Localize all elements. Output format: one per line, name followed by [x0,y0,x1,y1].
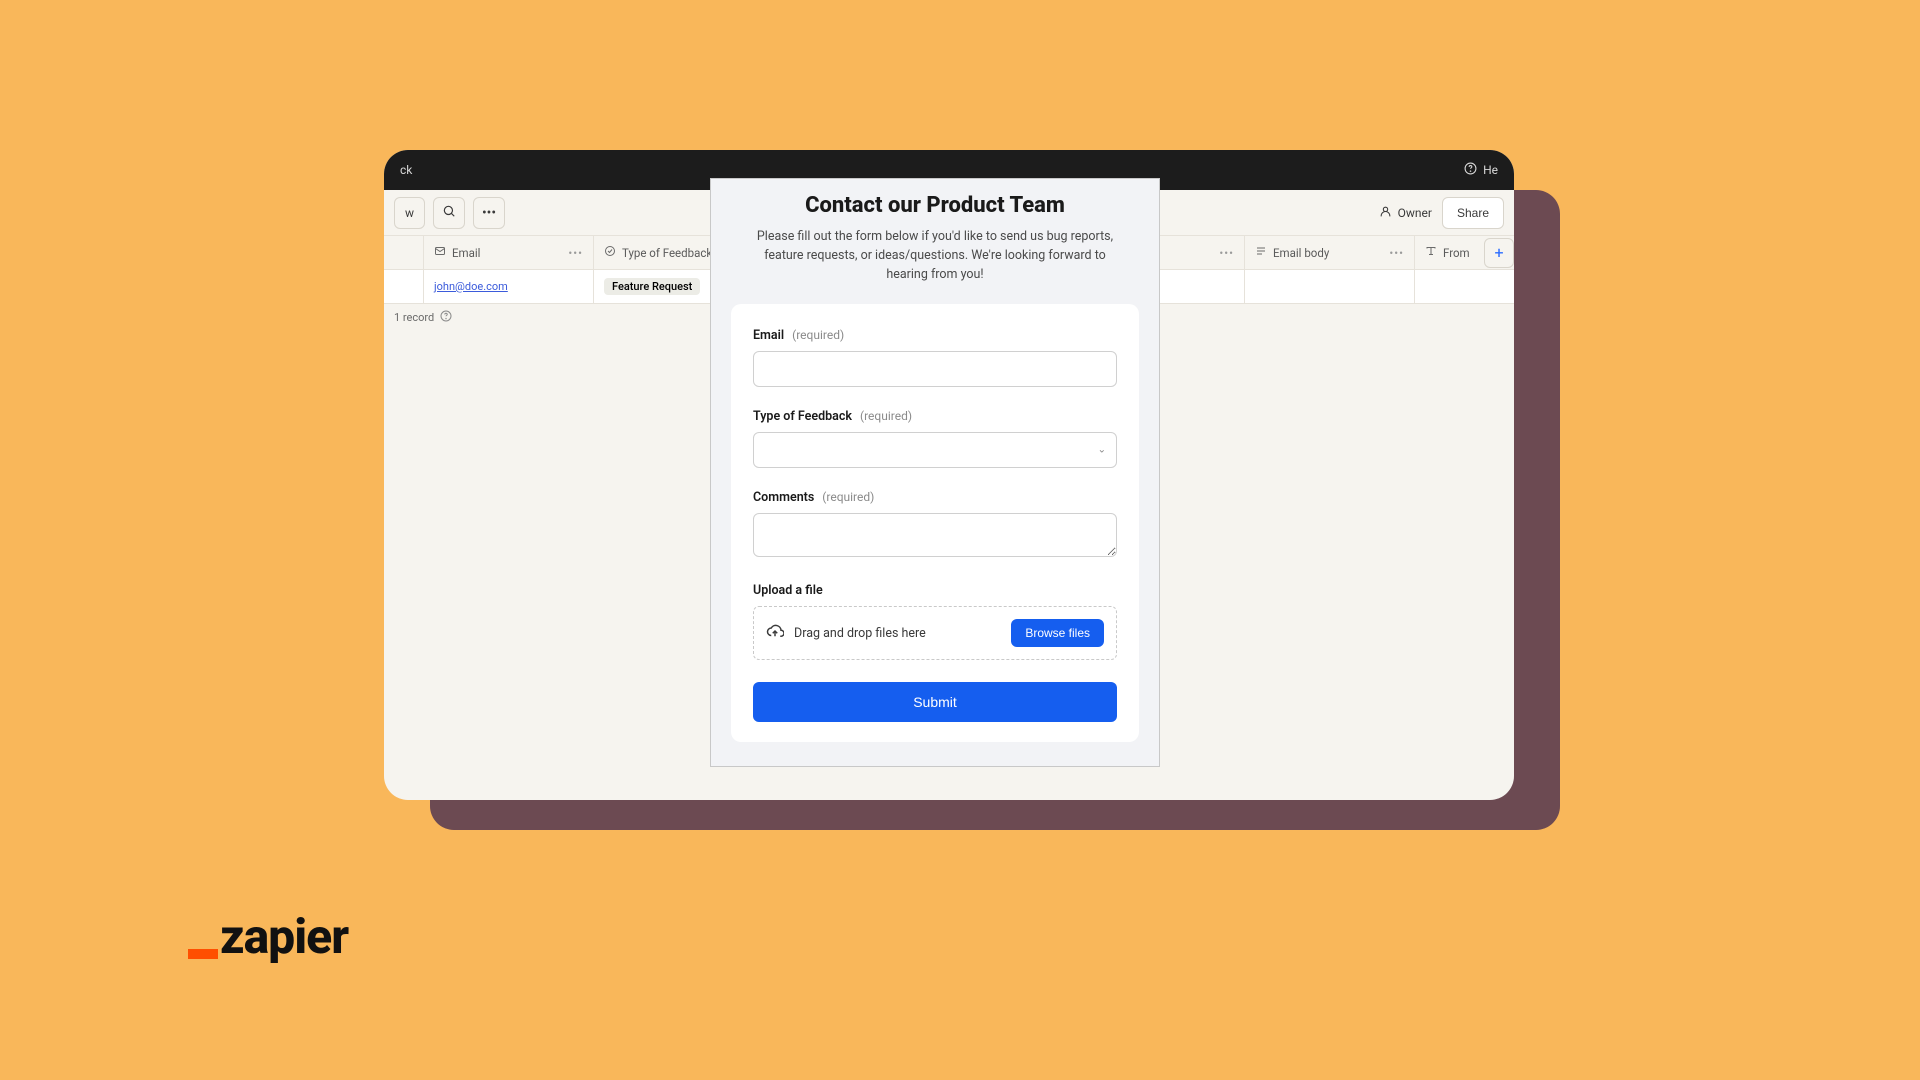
column-menu-icon[interactable]: ••• [1389,246,1404,260]
cloud-upload-icon [766,622,784,644]
drop-text: Drag and drop files here [794,626,926,641]
ellipsis-icon: ••• [482,205,496,221]
column-body-label: Email body [1273,246,1329,260]
titlebar-left-text: ck [400,163,412,177]
contact-form-modal: Contact our Product Team Please fill out… [710,178,1160,767]
column-email-label: Email [452,246,480,260]
more-button[interactable]: ••• [473,197,505,229]
info-icon[interactable] [440,310,452,325]
cell-body[interactable] [1245,270,1415,303]
comments-input[interactable] [753,513,1117,557]
form-card: Email (required) Type of Feedback (requi… [731,304,1139,742]
browse-files-button[interactable]: Browse files [1011,619,1104,647]
add-column-button[interactable]: + [1484,238,1514,268]
email-required: (required) [792,328,844,342]
view-label: w [405,206,414,220]
cell-email[interactable]: john@doe.com [424,270,594,303]
field-comments: Comments (required) [753,486,1117,561]
type-required: (required) [860,409,912,423]
plus-icon: + [1494,243,1503,262]
view-button[interactable]: w [394,197,425,229]
column-from-label: From [1443,246,1470,260]
zapier-wordmark: zapier [220,908,348,965]
record-count: 1 record [394,311,434,324]
column-email[interactable]: Email ••• [424,236,594,269]
help-label[interactable]: He [1483,163,1498,177]
file-drop-zone[interactable]: Drag and drop files here Browse files [753,606,1117,660]
type-tag: Feature Request [604,278,700,295]
column-from[interactable]: From [1415,236,1480,269]
zapier-underscore-icon [188,949,218,959]
column-menu-icon[interactable]: ••• [1219,246,1234,260]
modal-description: Please fill out the form below if you'd … [751,228,1119,284]
person-icon [1379,205,1392,221]
email-input[interactable] [753,351,1117,387]
text-icon [1255,245,1267,260]
column-body[interactable]: Email body ••• [1245,236,1415,269]
help-icon[interactable] [1464,162,1477,178]
owner-indicator[interactable]: Owner [1379,205,1432,221]
column-menu-icon[interactable]: ••• [568,246,583,260]
email-label: Email [753,328,784,343]
row-select-header[interactable] [384,236,424,269]
modal-header: Contact our Product Team Please fill out… [711,179,1159,304]
type-select[interactable]: ⌄ [753,432,1117,468]
share-button[interactable]: Share [1442,197,1504,229]
email-link[interactable]: john@doe.com [434,280,508,293]
type-icon [1425,245,1437,260]
type-label: Type of Feedback [753,409,852,424]
search-button[interactable] [433,197,465,229]
field-email: Email (required) [753,324,1117,387]
chevron-down-icon: ⌄ [1098,445,1106,456]
modal-title: Contact our Product Team [751,193,1119,218]
comments-required: (required) [822,490,874,504]
field-type: Type of Feedback (required) ⌄ [753,405,1117,468]
mail-icon [434,245,446,260]
submit-button[interactable]: Submit [753,682,1117,722]
field-upload: Upload a file Drag and drop files here B… [753,579,1117,660]
tag-icon [604,245,616,260]
column-type-label: Type of Feedback [622,246,712,260]
zapier-logo: zapier [188,908,348,965]
upload-label: Upload a file [753,583,823,598]
comments-label: Comments [753,490,814,505]
search-icon [442,204,456,222]
row-handle[interactable] [384,270,424,303]
owner-label: Owner [1398,206,1432,220]
cell-from[interactable] [1415,270,1480,303]
